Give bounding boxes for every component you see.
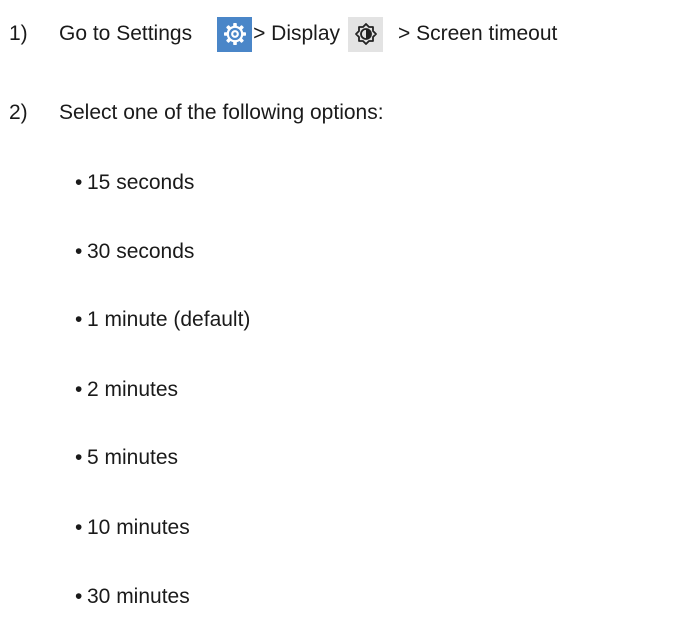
list-item: • 30 seconds [75,237,194,267]
option-30-minutes: 30 minutes [87,585,190,608]
gear-icon [217,16,253,52]
step-text-display: > Display [253,22,341,45]
bullet: • [75,378,83,401]
list-item: • 10 minutes [75,513,190,543]
step-number: 2) [9,101,28,124]
bullet: • [75,446,83,469]
list-item: • 15 seconds [75,168,194,198]
option-15-seconds: 15 seconds [87,171,195,194]
option-5-minutes: 5 minutes [87,446,179,469]
list-item: • 30 minutes [75,582,190,612]
list-item: • 5 minutes [75,443,178,473]
option-2-minutes: 2 minutes [87,378,179,401]
step-number: 1) [9,22,28,45]
step-text-select: Select one of the following options: [59,101,384,124]
list-item: • 2 minutes [75,375,178,405]
option-30-seconds: 30 seconds [87,240,195,263]
brightness-icon [348,16,384,52]
option-1-minute: 1 minute (default) [87,308,251,331]
bullet: • [75,240,83,263]
step-text-settings: Go to Settings [59,22,193,45]
option-10-minutes: 10 minutes [87,516,190,539]
bullet: • [75,516,83,539]
bullet: • [75,171,83,194]
bullet: • [75,308,83,331]
bullet: • [75,585,83,608]
step-text-screen-timeout: > Screen timeout [398,22,558,45]
list-item: • 1 minute (default) [75,305,250,335]
instruction-step-1: 1) Go to Settings > Display > Screen tim… [9,14,557,54]
instruction-step-2: 2) Select one of the following options: [9,93,384,133]
